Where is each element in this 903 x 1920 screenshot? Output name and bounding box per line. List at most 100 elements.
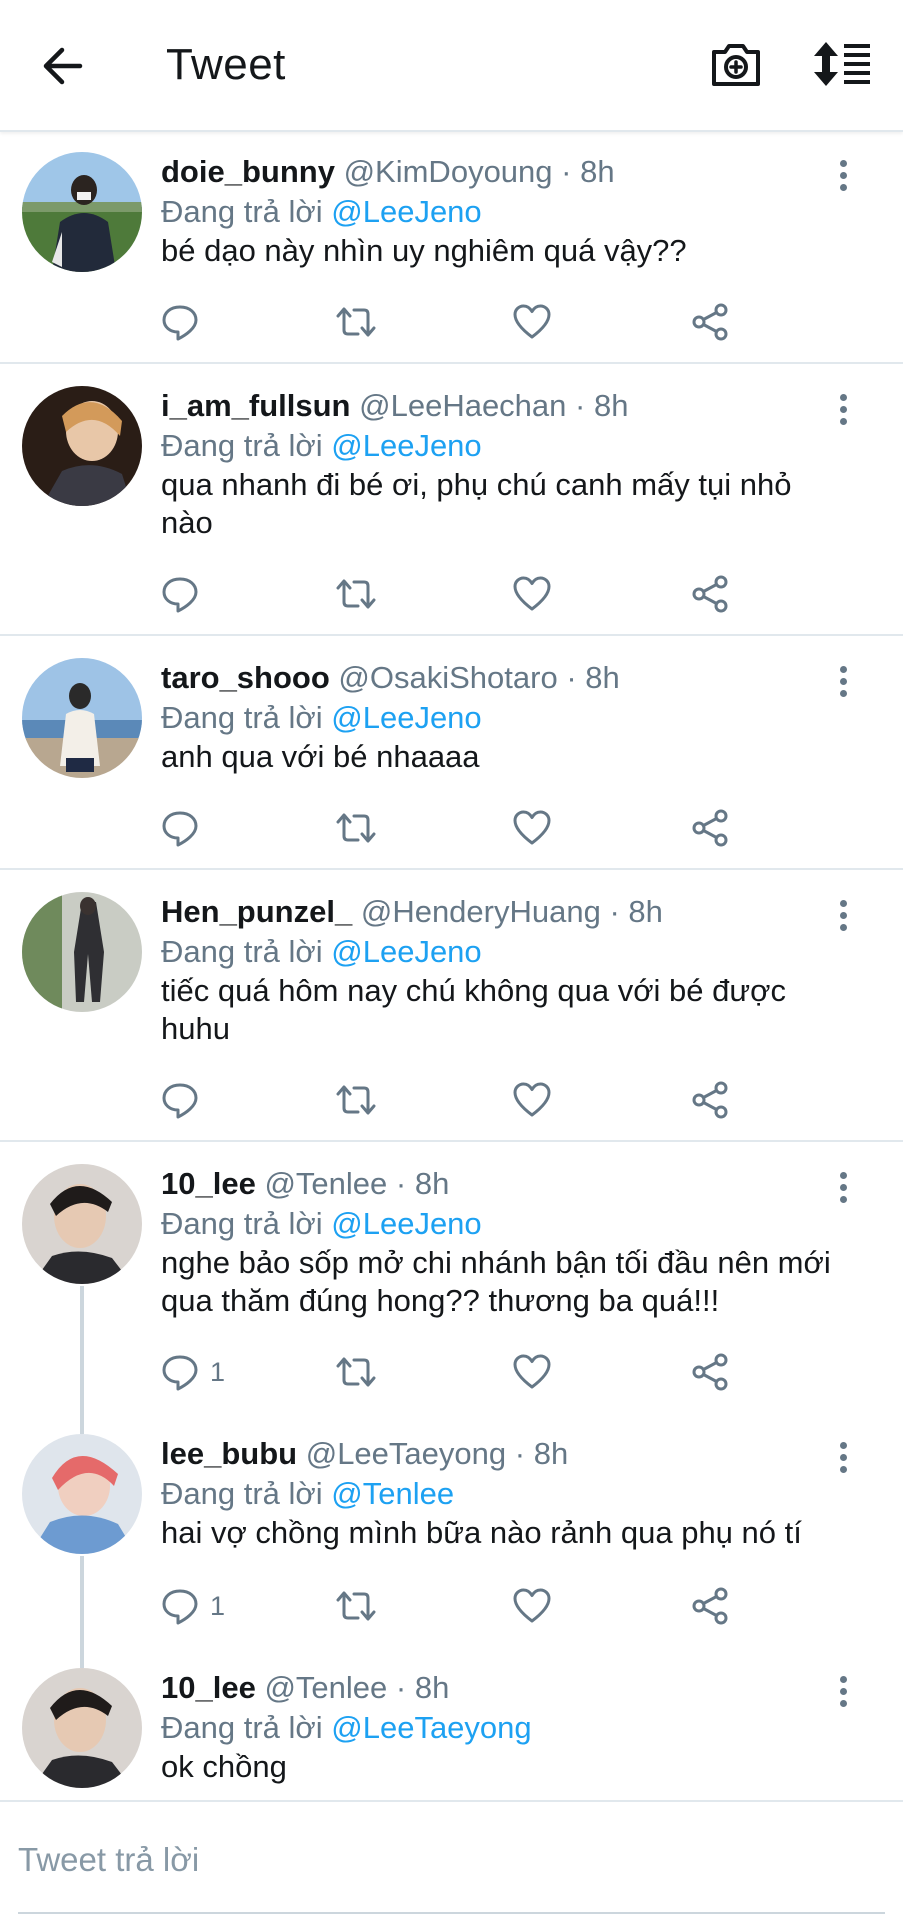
separator-dot: ·: [395, 1166, 407, 1201]
more-vertical-icon: [835, 666, 851, 697]
avatar[interactable]: [22, 152, 142, 272]
retweet-button[interactable]: [334, 1350, 378, 1394]
user-handle[interactable]: @Tenlee: [264, 1166, 387, 1201]
mention-link[interactable]: @Tenlee: [331, 1476, 454, 1511]
like-icon: [513, 1082, 551, 1117]
more-options-button[interactable]: [835, 666, 851, 700]
tweet-meta: taro_shooo @OsakiShotaro · 8h: [161, 658, 823, 698]
user-handle[interactable]: @OsakiShotaro: [338, 660, 557, 695]
display-name[interactable]: 10_lee: [161, 1670, 256, 1705]
tweet-actions: [160, 1078, 760, 1122]
more-options-button[interactable]: [835, 1172, 851, 1206]
back-button[interactable]: [36, 38, 92, 94]
like-button[interactable]: [512, 300, 552, 344]
user-handle[interactable]: @HenderyHuang: [361, 894, 601, 929]
display-name[interactable]: doie_bunny: [161, 154, 335, 189]
sort-button[interactable]: [812, 36, 876, 92]
reply-button[interactable]: [160, 1078, 210, 1122]
separator-dot: ·: [395, 1670, 407, 1705]
more-vertical-icon: [835, 900, 851, 931]
camera-button[interactable]: [708, 36, 764, 92]
mention-link[interactable]: @LeeJeno: [331, 934, 481, 969]
display-name[interactable]: taro_shooo: [161, 660, 330, 695]
display-name[interactable]: 10_lee: [161, 1166, 256, 1201]
share-button[interactable]: [690, 806, 730, 850]
separator-dot: ·: [561, 154, 572, 189]
like-button[interactable]: [512, 1078, 552, 1122]
tweet-text: qua nhanh đi bé ơi, phụ chú canh mấy tụi…: [161, 467, 792, 540]
retweet-button[interactable]: [334, 1078, 378, 1122]
avatar[interactable]: [22, 1668, 142, 1788]
reply-tweet[interactable]: lee_bubu @LeeTaeyong · 8h Đang trả lời @…: [0, 1416, 903, 1650]
like-button[interactable]: [512, 806, 552, 850]
retweet-icon: [336, 1085, 376, 1115]
more-options-button[interactable]: [835, 1676, 851, 1710]
reply-button[interactable]: 1: [160, 1350, 225, 1394]
display-name[interactable]: lee_bubu: [161, 1436, 297, 1471]
like-button[interactable]: [512, 1584, 552, 1628]
retweet-button[interactable]: [334, 806, 378, 850]
user-handle[interactable]: @LeeTaeyong: [306, 1436, 506, 1471]
reply-tweet[interactable]: doie_bunny @KimDoyoung · 8h Đang trả lời…: [0, 134, 903, 364]
reply-icon: [162, 811, 198, 847]
retweet-button[interactable]: [334, 572, 378, 616]
reply-button[interactable]: [160, 572, 210, 616]
reply-tweet[interactable]: Hen_punzel_ @HenderyHuang · 8h Đang trả …: [0, 874, 903, 1142]
like-button[interactable]: [512, 1350, 552, 1394]
timestamp: 8h: [594, 388, 629, 423]
reply-tweet[interactable]: i_am_fullsun @LeeHaechan · 8h Đang trả l…: [0, 368, 903, 636]
share-button[interactable]: [690, 1584, 730, 1628]
tweet-meta: Hen_punzel_ @HenderyHuang · 8h: [161, 892, 823, 932]
reply-button[interactable]: [160, 300, 210, 344]
more-options-button[interactable]: [835, 900, 851, 934]
reply-icon: [162, 1083, 198, 1119]
display-name[interactable]: i_am_fullsun: [161, 388, 351, 423]
user-handle[interactable]: @KimDoyoung: [344, 154, 553, 189]
user-handle[interactable]: @Tenlee: [264, 1670, 387, 1705]
retweet-button[interactable]: [334, 300, 378, 344]
like-button[interactable]: [512, 572, 552, 616]
reply-tweet[interactable]: taro_shooo @OsakiShotaro · 8h Đang trả l…: [0, 640, 903, 870]
retweet-icon: [336, 813, 376, 843]
retweet-icon: [336, 307, 376, 337]
mention-link[interactable]: @LeeJeno: [331, 428, 481, 463]
reply-tweet[interactable]: 10_lee @Tenlee · 8h Đang trả lời @LeeTae…: [0, 1650, 903, 1800]
reply-button[interactable]: 1: [160, 1584, 225, 1628]
replying-to: Đang trả lời @LeeTaeyong: [161, 1708, 532, 1748]
more-vertical-icon: [835, 394, 851, 425]
separator-dot: ·: [609, 894, 620, 929]
mention-link[interactable]: @LeeJeno: [331, 194, 481, 229]
thread-connector: [80, 1416, 84, 1434]
more-options-button[interactable]: [835, 160, 851, 194]
share-button[interactable]: [690, 1078, 730, 1122]
camera-plus-icon: [712, 44, 760, 86]
reply-icon: [162, 305, 198, 341]
like-icon: [513, 576, 551, 611]
mention-link[interactable]: @LeeJeno: [331, 700, 481, 735]
reply-tweet[interactable]: 10_lee @Tenlee · 8h Đang trả lời @LeeJen…: [0, 1146, 903, 1416]
share-button[interactable]: [690, 1350, 730, 1394]
display-name[interactable]: Hen_punzel_: [161, 894, 352, 929]
avatar[interactable]: [22, 386, 142, 506]
more-options-button[interactable]: [835, 1442, 851, 1476]
replying-prefix: Đang trả lời: [161, 1710, 323, 1745]
avatar[interactable]: [22, 658, 142, 778]
mention-link[interactable]: @LeeJeno: [331, 1206, 481, 1241]
retweet-button[interactable]: [334, 1584, 378, 1628]
more-options-button[interactable]: [835, 394, 851, 428]
avatar[interactable]: [22, 1164, 142, 1284]
reply-input[interactable]: [18, 1830, 878, 1890]
mention-link[interactable]: @LeeTaeyong: [331, 1710, 531, 1745]
share-button[interactable]: [690, 300, 730, 344]
reply-icon: [162, 1355, 198, 1391]
timestamp: 8h: [628, 894, 663, 929]
avatar[interactable]: [22, 1434, 142, 1554]
share-button[interactable]: [690, 572, 730, 616]
tweet-meta: doie_bunny @KimDoyoung · 8h: [161, 152, 823, 192]
replying-to: Đang trả lời @LeeJeno: [161, 426, 482, 466]
avatar[interactable]: [22, 892, 142, 1012]
tweet-meta: lee_bubu @LeeTaeyong · 8h: [161, 1434, 823, 1474]
thread-connector: [80, 1556, 84, 1650]
user-handle[interactable]: @LeeHaechan: [359, 388, 566, 423]
reply-button[interactable]: [160, 806, 210, 850]
